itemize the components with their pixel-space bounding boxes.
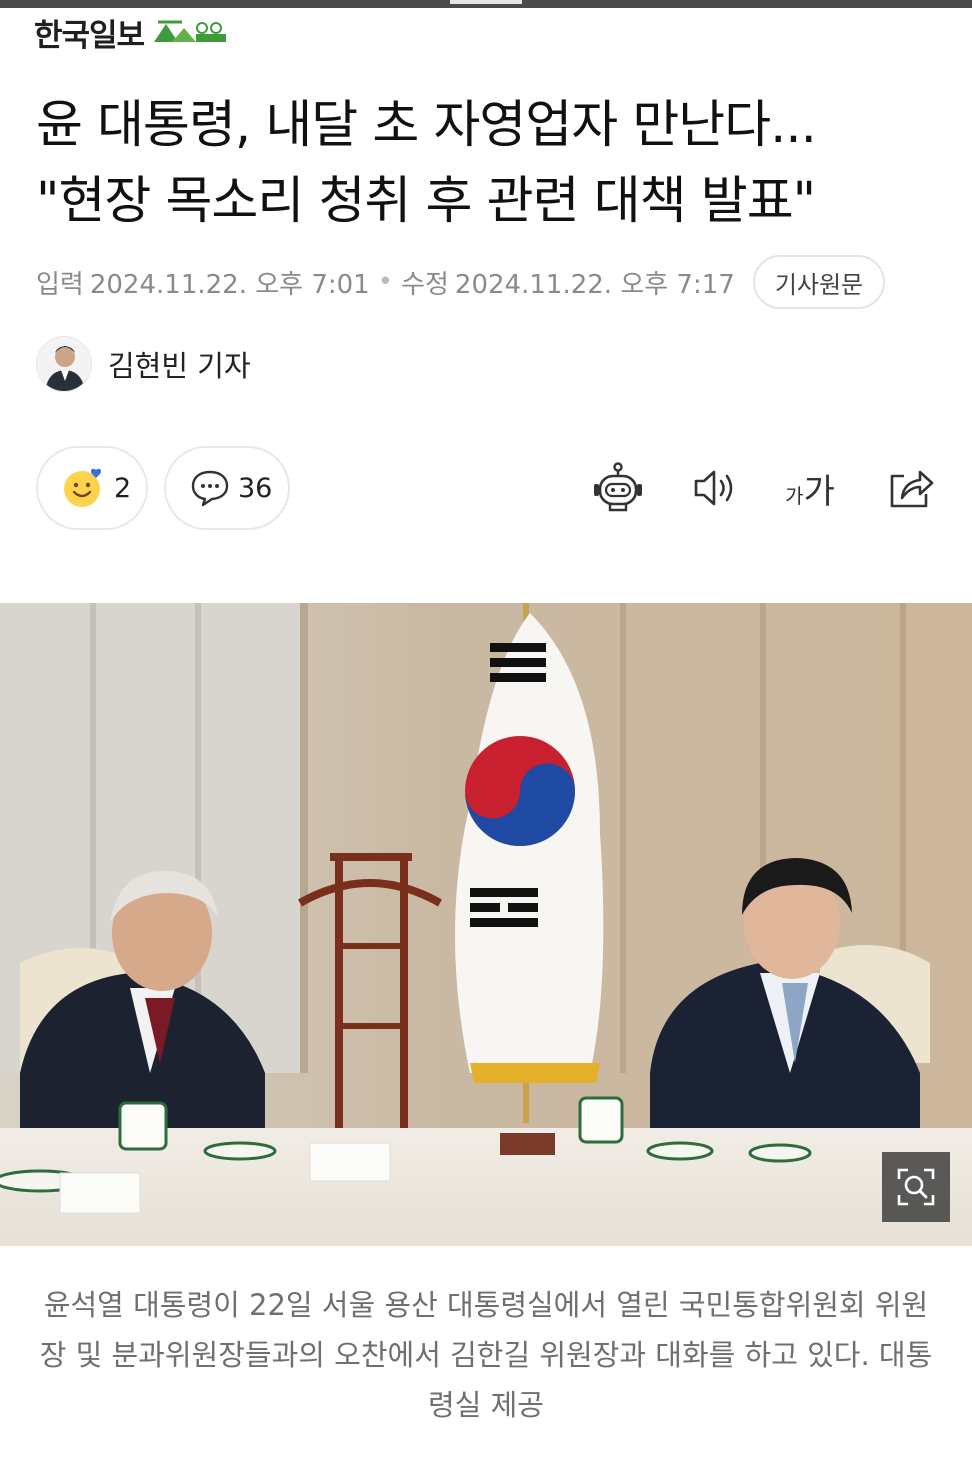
speaker-icon (694, 470, 733, 506)
comment-icon (191, 470, 229, 507)
font-size-icon: 가 가 (785, 464, 835, 513)
summary-bot-button[interactable] (590, 462, 646, 514)
font-size-large-label: 가 (803, 471, 835, 512)
brand-mark-icon (152, 20, 233, 44)
font-size-small-label: 가 (785, 483, 804, 508)
author-avatar (36, 336, 92, 392)
brand-logo[interactable]: 한국일보 (34, 12, 233, 54)
share-icon (890, 470, 934, 508)
photo-zoom-button[interactable] (882, 1152, 950, 1222)
photo-caption: 윤석열 대통령이 22일 서울 용산 대통령실에서 열린 국민통합위원회 위원장… (39, 1288, 933, 1422)
meta-separator: • (377, 267, 394, 297)
comment-count: 36 (238, 472, 273, 504)
reaction-count: 2 (114, 472, 132, 504)
article-title-line2: "현장 목소리 청취 후 관련 대책 발표" (36, 172, 816, 231)
original-article-button[interactable]: 기사원문 (752, 255, 886, 309)
read-aloud-button[interactable] (688, 462, 740, 514)
brand-name: 한국일보 (34, 17, 145, 54)
reaction-button[interactable]: 2 (36, 446, 148, 530)
article-title: 윤 대통령, 내달 초 자영업자 만난다... "현장 목소리 청취 후 관련 … (36, 88, 946, 240)
article-photo-image (0, 603, 972, 1246)
share-button[interactable] (884, 462, 936, 514)
author-row[interactable]: 김현빈 기자 (36, 336, 251, 392)
handle-bar (450, 0, 522, 4)
status-bar (0, 0, 972, 8)
font-size-button[interactable]: 가 가 (780, 462, 840, 514)
author-name: 김현빈 기자 (108, 349, 251, 383)
zoom-icon (897, 1168, 935, 1206)
input-time: 2024.11.22. 오후 7:01 (89, 269, 370, 300)
modified-label: 수정 (401, 269, 449, 300)
modified-time: 2024.11.22. 오후 7:17 (454, 269, 735, 300)
article-photo[interactable] (0, 603, 972, 1246)
robot-summary-icon (594, 462, 642, 512)
emoji-reaction-icon (64, 468, 102, 507)
comment-button[interactable]: 36 (164, 446, 290, 530)
input-label: 입력 (36, 269, 84, 300)
article-meta: 입력 2024.11.22. 오후 7:01 • 수정 2024.11.22. … (36, 255, 886, 309)
article-title-line1: 윤 대통령, 내달 초 자영업자 만난다... (36, 96, 817, 155)
